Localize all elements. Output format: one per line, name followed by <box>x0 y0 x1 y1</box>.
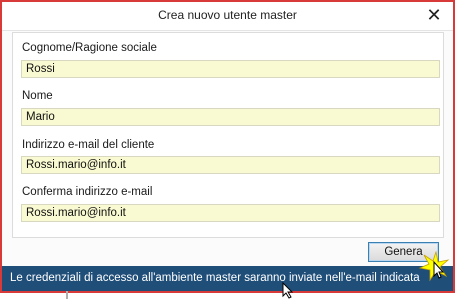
background-divider <box>66 291 68 299</box>
email-field[interactable] <box>21 156 440 174</box>
status-bar: Le credenziali di accesso all'ambiente m… <box>2 266 453 291</box>
create-master-user-dialog: Crea nuovo utente master ✕ Cognome/Ragio… <box>0 0 455 293</box>
surname-field[interactable] <box>21 60 440 78</box>
email-label: Indirizzo e-mail del cliente <box>22 139 155 151</box>
surname-label: Cognome/Ragione sociale <box>22 42 157 54</box>
form-panel: Cognome/Ragione sociale Nome Indirizzo e… <box>12 32 444 238</box>
confirm-email-label: Conferma indirizzo e-mail <box>22 186 153 198</box>
name-field[interactable] <box>21 108 440 126</box>
close-icon[interactable]: ✕ <box>423 4 445 26</box>
click-highlight-icon <box>418 250 450 282</box>
dialog-titlebar: Crea nuovo utente master ✕ <box>2 2 453 31</box>
dialog-title: Crea nuovo utente master <box>158 8 297 22</box>
status-message: Le credenziali di accesso all'ambiente m… <box>10 272 420 284</box>
name-label: Nome <box>22 90 53 102</box>
confirm-email-field[interactable] <box>21 204 440 222</box>
mouse-pointer-icon <box>282 282 294 299</box>
